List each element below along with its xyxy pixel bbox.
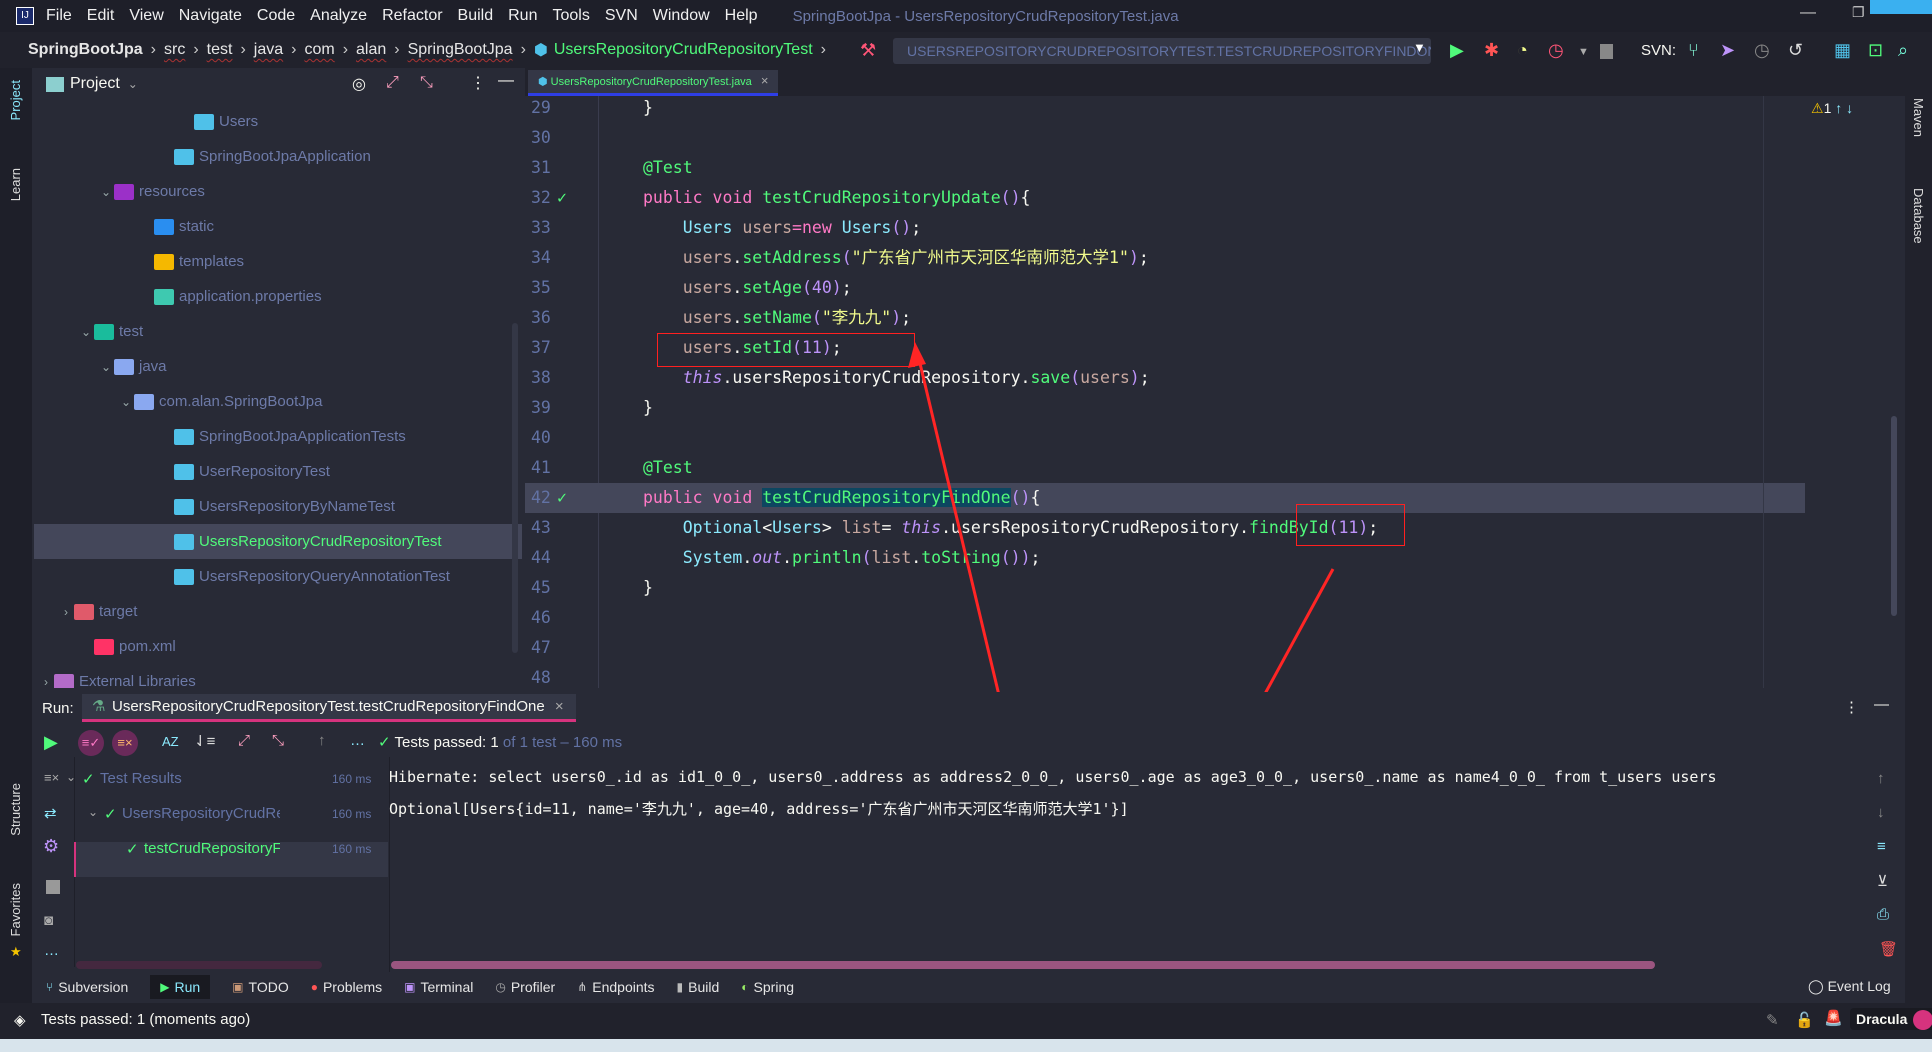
run-tab-label: UsersRepositoryCrudRepositoryTest.testCr… [112, 698, 545, 715]
theme-badge[interactable]: Dracula [1850, 1008, 1932, 1030]
terminal-icon: ▣ [404, 980, 416, 994]
event-log-label: Event Log [1827, 978, 1891, 994]
show-passed-toggle[interactable]: ≡✓ [78, 730, 104, 756]
hide-panel-icon[interactable]: — [1874, 696, 1889, 713]
console-line: Hibernate: select users0_.id as id1_0_0_… [389, 768, 1717, 786]
run-label: Run: [42, 700, 74, 717]
test-passed-icon: ✓ [82, 771, 95, 788]
theme-dot-icon [1913, 1010, 1932, 1030]
tool-window-bar: ⑂ Subversion ▶ Run ▣ TODO ● Problems ▣ Terminal ◷ P… [34, 972, 1905, 1002]
options-icon[interactable]: ⋮ [1844, 698, 1859, 716]
check-icon: ✓ [378, 734, 391, 751]
swap-icon[interactable]: ⇄ [44, 804, 57, 822]
screenshot-icon[interactable]: ◙ [44, 912, 53, 929]
endpoints-icon: ⋔ [577, 980, 588, 994]
soft-wrap-icon[interactable]: ≡ [1877, 838, 1886, 855]
more-icon[interactable]: … [350, 732, 365, 749]
trash-icon[interactable]: 🗑 [1879, 940, 1898, 958]
show-ignored-toggle[interactable]: ≡× [112, 730, 138, 756]
tool-tab-profiler[interactable]: ◷ Profiler [495, 979, 555, 995]
tool-tab-problems[interactable]: ● Problems [311, 979, 382, 995]
console-line: Optional[Users{id=11, name='李九九', age=40… [389, 800, 1129, 818]
expand-all-icon[interactable]: ⤢ [238, 732, 250, 749]
tool-tab-spring[interactable]: ◐ Spring [741, 979, 794, 995]
more-icon[interactable]: … [44, 942, 59, 959]
status-message[interactable]: Tests passed: 1 (moments ago) [41, 1011, 250, 1028]
close-icon[interactable]: × [555, 698, 564, 715]
sort-duration-icon[interactable]: ⇃≡ [194, 732, 215, 750]
tool-tab-label: Terminal [420, 979, 474, 995]
tool-tab-label: Endpoints [592, 979, 655, 995]
event-log-button[interactable]: ◯ Event Log [1808, 978, 1891, 995]
print-icon[interactable]: ⎙ [1877, 906, 1889, 923]
tests-summary: of 1 test – 160 ms [498, 734, 623, 751]
test-passed-icon: ✓ [104, 806, 117, 823]
test-node-label[interactable]: UsersRepositoryCrudRepos [122, 805, 280, 822]
profiler-icon: ◷ [495, 980, 506, 994]
divider [389, 757, 390, 972]
test-node-label[interactable]: testCrudRepositoryFind( [144, 840, 280, 857]
build-icon: ▮ [676, 980, 684, 994]
run-panel: Run: ⋮ — ▶ ≡✓ ≡× AZ ⇃≡ ⤢ ⤡ ↑ … ✓ Tests p… [34, 692, 1905, 972]
rerun-icon[interactable]: ▶ [44, 732, 58, 753]
status-icon: ◈ [14, 1012, 26, 1029]
arrow-head [908, 342, 926, 368]
test-status: ✓ Tests passed: 1 of 1 test – 160 ms [378, 733, 622, 751]
tool-tab-label: Build [688, 979, 720, 995]
tool-tab-label: Run [174, 979, 201, 995]
stop-icon[interactable] [46, 880, 60, 894]
scroll-up-icon[interactable]: ↑ [1877, 770, 1885, 787]
subversion-icon: ⑂ [46, 980, 54, 994]
test-tube-icon: ⚗ [92, 698, 106, 715]
tool-tab-run[interactable]: ▶ Run [150, 975, 211, 999]
tests-passed-label: Tests passed: [394, 734, 491, 751]
spring-icon: ◐ [741, 980, 749, 994]
scroll-down-icon[interactable]: ↓ [1877, 804, 1885, 821]
tool-tab-terminal[interactable]: ▣ Terminal [404, 979, 473, 995]
sort-alpha-icon[interactable]: AZ [162, 734, 179, 749]
gear-icon[interactable]: ⚙ [43, 836, 59, 857]
tests-passed-count: 1 [490, 734, 499, 751]
scroll-to-end-icon[interactable]: ⊻ [1877, 872, 1888, 890]
tool-tab-todo[interactable]: ▣ TODO [232, 979, 289, 995]
lock-icon[interactable]: 🔓 [1795, 1011, 1814, 1029]
chevron-down-icon[interactable]: ⌄ [88, 805, 98, 819]
run-icon: ▶ [160, 980, 170, 994]
test-duration: 160 ms [332, 772, 372, 786]
event-log-icon: ◯ [1808, 978, 1824, 994]
tool-tab-label: Problems [322, 979, 383, 995]
previous-failed-icon[interactable]: ↑ [318, 732, 326, 749]
edit-icon[interactable]: ✎ [1766, 1011, 1779, 1029]
tool-tab-label: Spring [753, 979, 795, 995]
tool-tab-subversion[interactable]: ⑂ Subversion [46, 979, 128, 995]
todo-icon: ▣ [232, 980, 244, 994]
console-scrollbar[interactable] [391, 961, 1655, 969]
problems-icon: ● [310, 980, 318, 994]
test-duration: 160 ms [332, 842, 372, 856]
alert-icon[interactable]: 🚨 [1824, 1009, 1843, 1027]
run-tab[interactable]: ⚗ UsersRepositoryCrudRepositoryTest.test… [82, 694, 576, 722]
tool-tab-build[interactable]: ▮ Build [677, 979, 720, 995]
tool-tab-label: Subversion [58, 979, 129, 995]
taskbar-strip [0, 1039, 1932, 1052]
test-passed-icon: ✓ [126, 841, 139, 858]
tree-scrollbar[interactable] [76, 961, 322, 969]
theme-label: Dracula [1856, 1011, 1908, 1027]
status-bar: ◈ Tests passed: 1 (moments ago) ✎ 🔓 🚨 Dr… [0, 1003, 1932, 1039]
clear-icon[interactable]: ≡× [44, 770, 59, 785]
test-duration: 160 ms [332, 807, 372, 821]
tool-tab-label: Profiler [510, 979, 556, 995]
test-node-label[interactable]: Test Results [100, 770, 280, 787]
collapse-all-icon[interactable]: ⤡ [272, 732, 284, 749]
tool-tab-endpoints[interactable]: ⋔ Endpoints [577, 979, 654, 995]
chevron-down-icon[interactable]: ⌄ [66, 770, 76, 784]
tool-tab-label: TODO [248, 979, 289, 995]
